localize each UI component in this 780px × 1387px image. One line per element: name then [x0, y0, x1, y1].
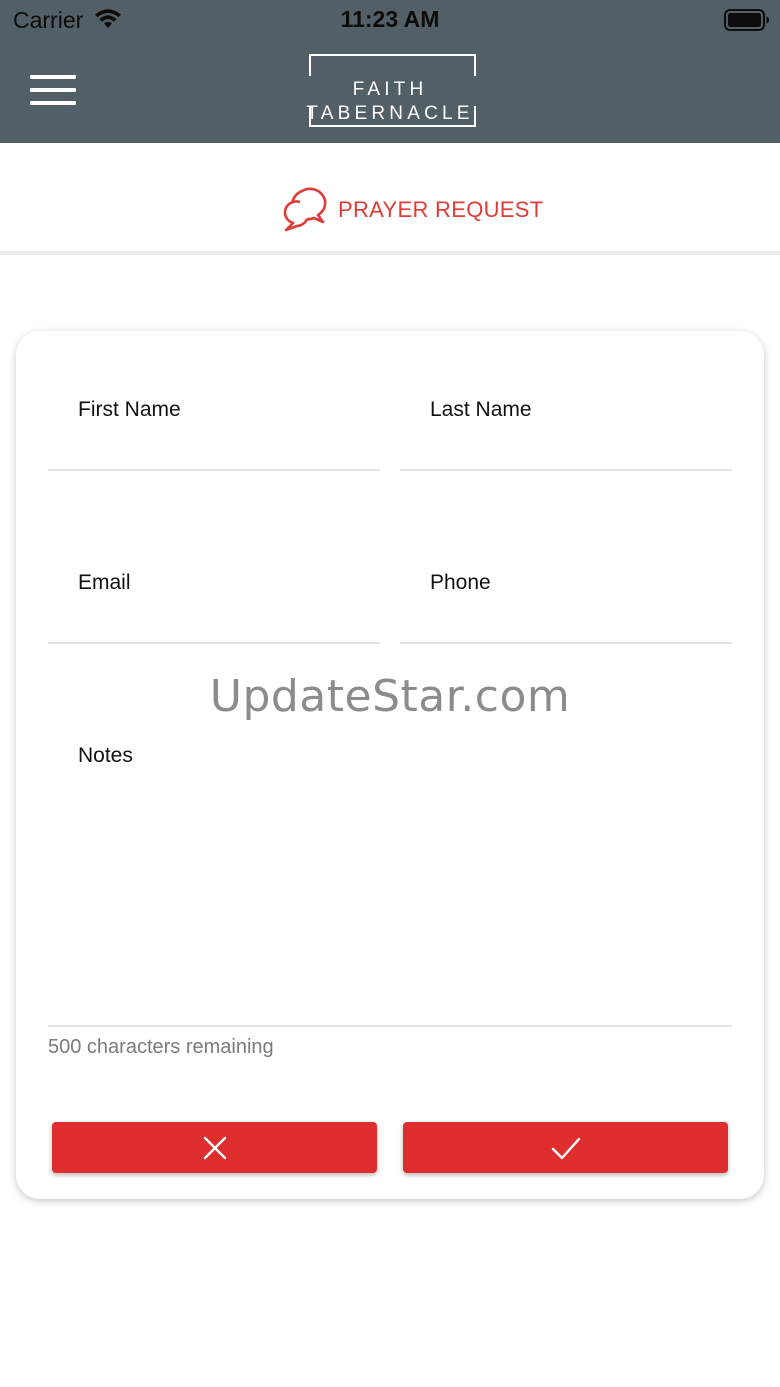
- first-name-underline: [48, 469, 380, 471]
- submit-button[interactable]: [403, 1122, 728, 1173]
- battery-icon: [724, 9, 769, 31]
- chat-bubbles-icon: [283, 187, 327, 232]
- notes-underline: [48, 1025, 732, 1027]
- email-label: Email: [78, 571, 131, 594]
- last-name-field[interactable]: Last Name: [400, 331, 732, 471]
- section-header: PRAYER REQUEST: [0, 143, 780, 255]
- logo-frame-top: [309, 54, 476, 76]
- hamburger-line: [30, 101, 76, 105]
- last-name-input[interactable]: [430, 427, 722, 463]
- status-time: 11:23 AM: [340, 6, 440, 32]
- section-title-group: PRAYER REQUEST: [278, 185, 544, 235]
- watermark-text: UpdateStar.com: [209, 671, 571, 722]
- email-input[interactable]: [78, 600, 370, 636]
- church-logo: FAITH TABERNACLE: [270, 54, 510, 128]
- logo-frame-bottom: [309, 106, 476, 127]
- phone-label: Phone: [430, 571, 491, 594]
- last-name-underline: [400, 469, 732, 471]
- character-counter: 500 characters remaining: [48, 1036, 274, 1058]
- close-icon: [203, 1136, 226, 1159]
- phone-field[interactable]: Phone: [400, 504, 732, 644]
- first-name-label: First Name: [78, 398, 181, 421]
- first-name-input[interactable]: [78, 427, 370, 463]
- notes-field[interactable]: Notes: [48, 677, 732, 1029]
- phone-input[interactable]: [430, 600, 722, 636]
- notes-textarea[interactable]: [78, 777, 722, 1017]
- checkmark-icon: [551, 1137, 580, 1159]
- first-name-field[interactable]: First Name: [48, 331, 380, 471]
- top-bar: Carrier 11:23 AM FAITH TABERNACLE: [0, 0, 780, 143]
- section-title: PRAYER REQUEST: [338, 197, 544, 222]
- phone-underline: [400, 642, 732, 644]
- last-name-label: Last Name: [430, 398, 532, 421]
- prayer-request-card: First Name Last Name Email Phone Notes 5…: [16, 331, 764, 1199]
- cancel-button[interactable]: [52, 1122, 377, 1173]
- menu-button[interactable]: [30, 75, 76, 107]
- hamburger-line: [30, 88, 76, 92]
- email-field[interactable]: Email: [48, 504, 380, 644]
- notes-label: Notes: [78, 744, 133, 767]
- email-underline: [48, 642, 380, 644]
- hamburger-line: [30, 75, 76, 79]
